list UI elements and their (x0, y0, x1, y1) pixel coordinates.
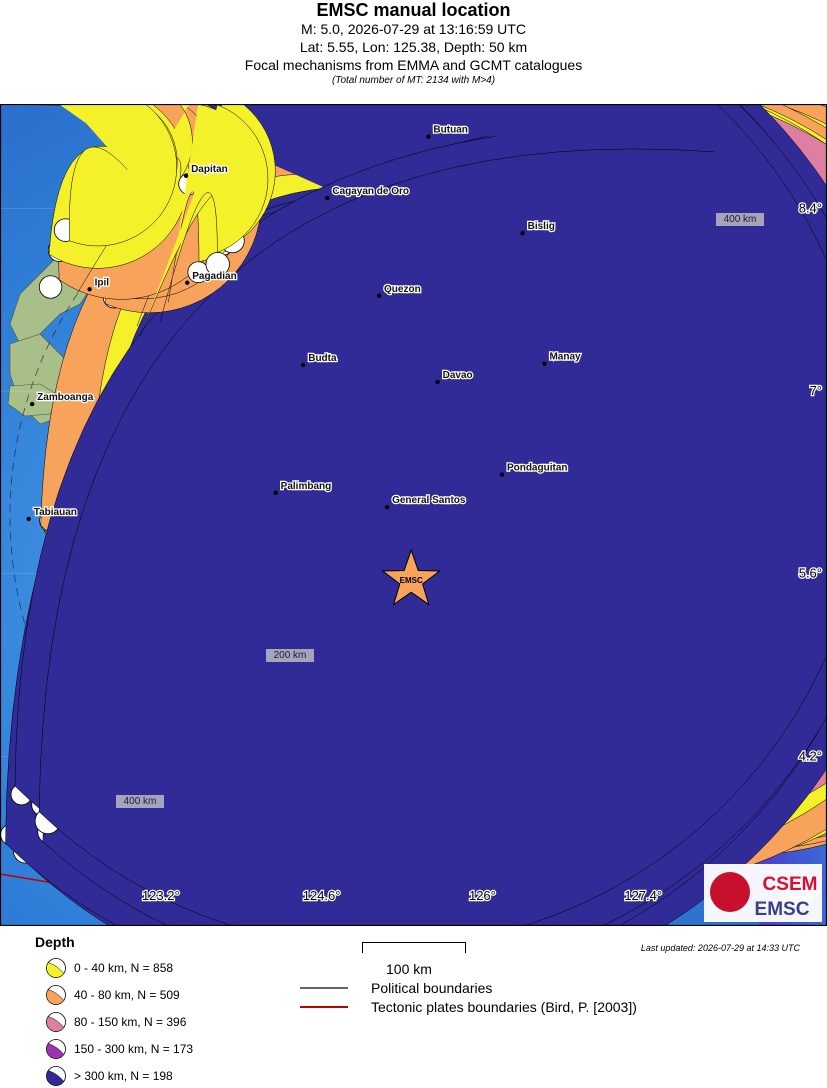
svg-text:Pondaguitan: Pondaguitan (507, 463, 568, 474)
svg-text:124.6°: 124.6° (303, 888, 341, 903)
svg-text:127.4°: 127.4° (624, 888, 662, 903)
legend-beachball-icon (46, 1039, 66, 1059)
svg-text:Quezon: Quezon (384, 284, 421, 295)
svg-text:Dapitan: Dapitan (191, 164, 228, 175)
svg-text:Zamboanga: Zamboanga (37, 392, 94, 403)
legend-tectonic: Tectonic plates boundaries (Bird, P. [20… (300, 998, 637, 1016)
scale-label: 100 km (386, 961, 432, 977)
legend-political: Political boundaries (300, 979, 492, 997)
logo-csem-text: CSEM (763, 874, 818, 895)
svg-text:Cagayan de Oro: Cagayan de Oro (332, 186, 409, 197)
svg-text:123.2°: 123.2° (142, 888, 180, 903)
svg-text:400 km: 400 km (124, 796, 157, 807)
catalogue-line: Focal mechanisms from EMMA and GCMT cata… (244, 57, 583, 73)
svg-text:4.2°: 4.2° (799, 748, 822, 763)
svg-text:200 km: 200 km (274, 650, 307, 661)
magnitude-line: M: 5.0, 2026-07-29 at 13:16:59 UTC (301, 21, 526, 37)
svg-text:Bislig: Bislig (528, 221, 555, 232)
legend-political-label: Political boundaries (371, 980, 493, 996)
legend-title: Depth (35, 934, 75, 950)
legend-depth-label: 0 - 40 km, N = 858 (74, 961, 174, 975)
legend-depth-label: > 300 km, N = 198 (74, 1069, 173, 1083)
legend-beachball-icon (46, 985, 66, 1005)
location-line: Lat: 5.55, Lon: 125.38, Depth: 50 km (299, 39, 528, 55)
legend-beachball-icon (46, 958, 66, 978)
legend-beachball-icon (46, 1012, 66, 1032)
svg-text:8.4°: 8.4° (799, 200, 822, 215)
legend-depth-row: 150 - 300 km, N = 173 (44, 1038, 193, 1060)
svg-text:7°: 7° (810, 383, 822, 398)
svg-text:General Santos: General Santos (392, 495, 466, 506)
focal-mechanism (46, 1066, 66, 1086)
page-title: EMSC manual location (316, 0, 511, 20)
focal-mechanism (46, 1012, 66, 1032)
svg-text:Palimbang: Palimbang (281, 481, 332, 492)
last-updated: Last updated: 2026-07-29 at 14:33 UTC (640, 943, 800, 953)
legend-depth-label: 40 - 80 km, N = 509 (74, 988, 180, 1002)
legend-depth-row: 40 - 80 km, N = 509 (44, 984, 180, 1006)
svg-text:Tabiauan: Tabiauan (34, 507, 77, 518)
svg-text:Ipil: Ipil (95, 277, 110, 288)
svg-text:Davao: Davao (443, 370, 473, 381)
focal-mechanism-map[interactable]: Butuan Dapitan Cagayan de Oro Bislig Ipil Pag… (0, 104, 827, 926)
legend-depth-row: 80 - 150 km, N = 396 (44, 1011, 186, 1033)
scale-bar (362, 942, 466, 953)
focal-mechanism (46, 958, 66, 978)
total-mt-note: (Total number of MT: 2134 with M>4) (331, 75, 496, 86)
legend-tectonic-label: Tectonic plates boundaries (Bird, P. [20… (371, 999, 637, 1015)
legend-depth-row: 0 - 40 km, N = 858 (44, 957, 173, 979)
svg-text:400 km: 400 km (724, 214, 757, 225)
focal-mechanism (46, 985, 66, 1005)
emsc-logo[interactable]: CSEM EMSC (704, 864, 822, 922)
legend: Depth 0 - 40 km, N = 858 40 - 80 km, N = … (0, 926, 827, 1088)
epicenter-label: EMSC (400, 576, 423, 585)
legend-depth-label: 150 - 300 km, N = 173 (74, 1042, 194, 1056)
map-header: EMSC manual location M: 5.0, 2026-07-29 … (0, 0, 827, 104)
svg-text:126°: 126° (469, 888, 496, 903)
svg-text:Manay: Manay (549, 352, 581, 363)
svg-text:Pagadian: Pagadian (192, 271, 236, 282)
svg-text:Butuan: Butuan (433, 125, 467, 136)
legend-depth-label: 80 - 150 km, N = 396 (74, 1015, 187, 1029)
svg-text:5.6°: 5.6° (799, 566, 822, 581)
legend-depth-row: > 300 km, N = 198 (44, 1065, 173, 1087)
legend-beachball-icon (46, 1066, 66, 1086)
focal-mechanism (46, 1039, 66, 1059)
svg-text:Budta: Budta (308, 353, 337, 364)
logo-emsc-text: EMSC (755, 899, 810, 920)
